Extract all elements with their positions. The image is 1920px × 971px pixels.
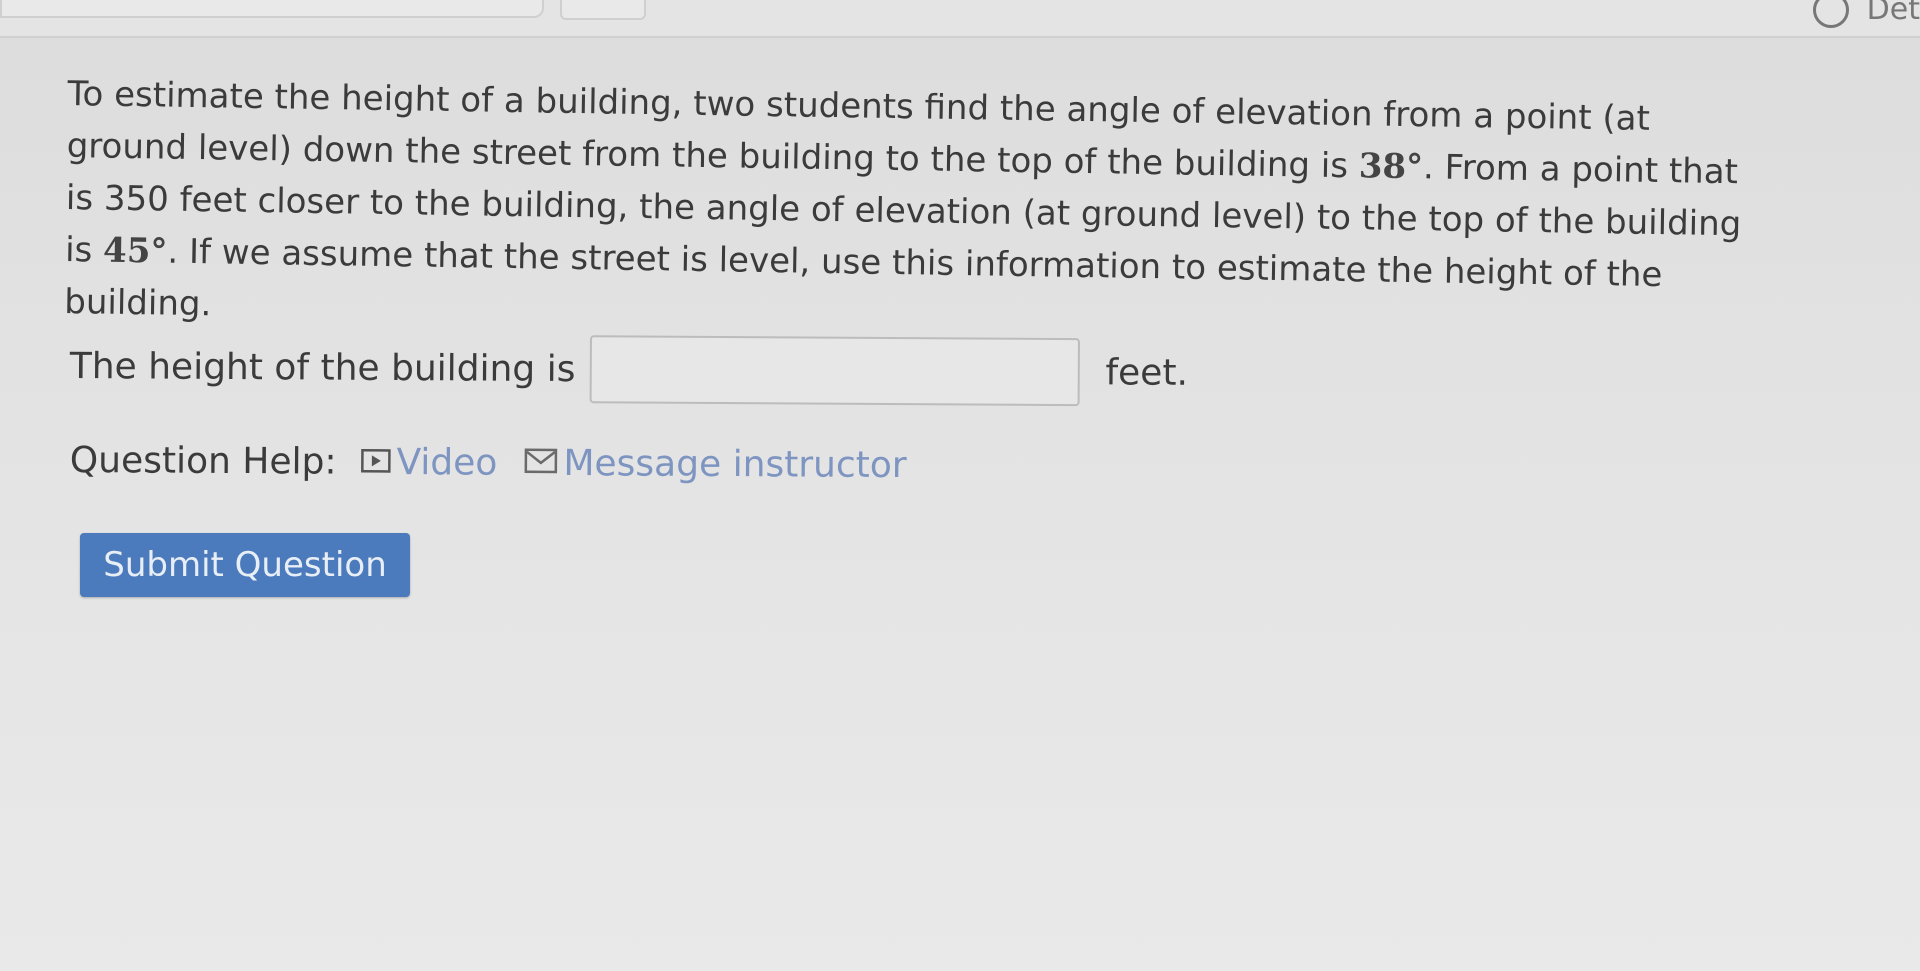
top-toolbar: Det — [0, 0, 1920, 38]
envelope-icon — [523, 443, 557, 484]
top-tab-left — [0, 0, 544, 18]
angle-38: 38° — [1358, 146, 1424, 188]
angle-45: 45° — [102, 230, 168, 272]
question-part-3: . If we assume that the street is level,… — [64, 231, 1663, 325]
details-label[interactable]: Det — [1867, 0, 1920, 27]
top-tab-small — [560, 0, 646, 20]
video-label[interactable]: Video — [396, 442, 497, 484]
answer-prefix: The height of the building is — [69, 345, 576, 390]
details-icon[interactable] — [1812, 0, 1849, 28]
top-right-controls[interactable]: Det — [1812, 0, 1920, 28]
question-help-row: Question Help: Video Message instructor — [70, 440, 907, 486]
question-help-label: Question Help: — [69, 440, 337, 483]
answer-units: feet. — [1105, 351, 1189, 394]
video-icon — [360, 442, 391, 483]
video-link[interactable]: Video — [360, 442, 498, 484]
height-answer-input[interactable] — [589, 335, 1080, 407]
answer-row: The height of the building is feet. — [70, 332, 1189, 407]
question-text: To estimate the height of a building, tw… — [64, 68, 1758, 355]
submit-question-button[interactable]: Submit Question — [80, 533, 410, 597]
message-instructor-label[interactable]: Message instructor — [563, 443, 907, 486]
message-instructor-link[interactable]: Message instructor — [523, 443, 907, 486]
